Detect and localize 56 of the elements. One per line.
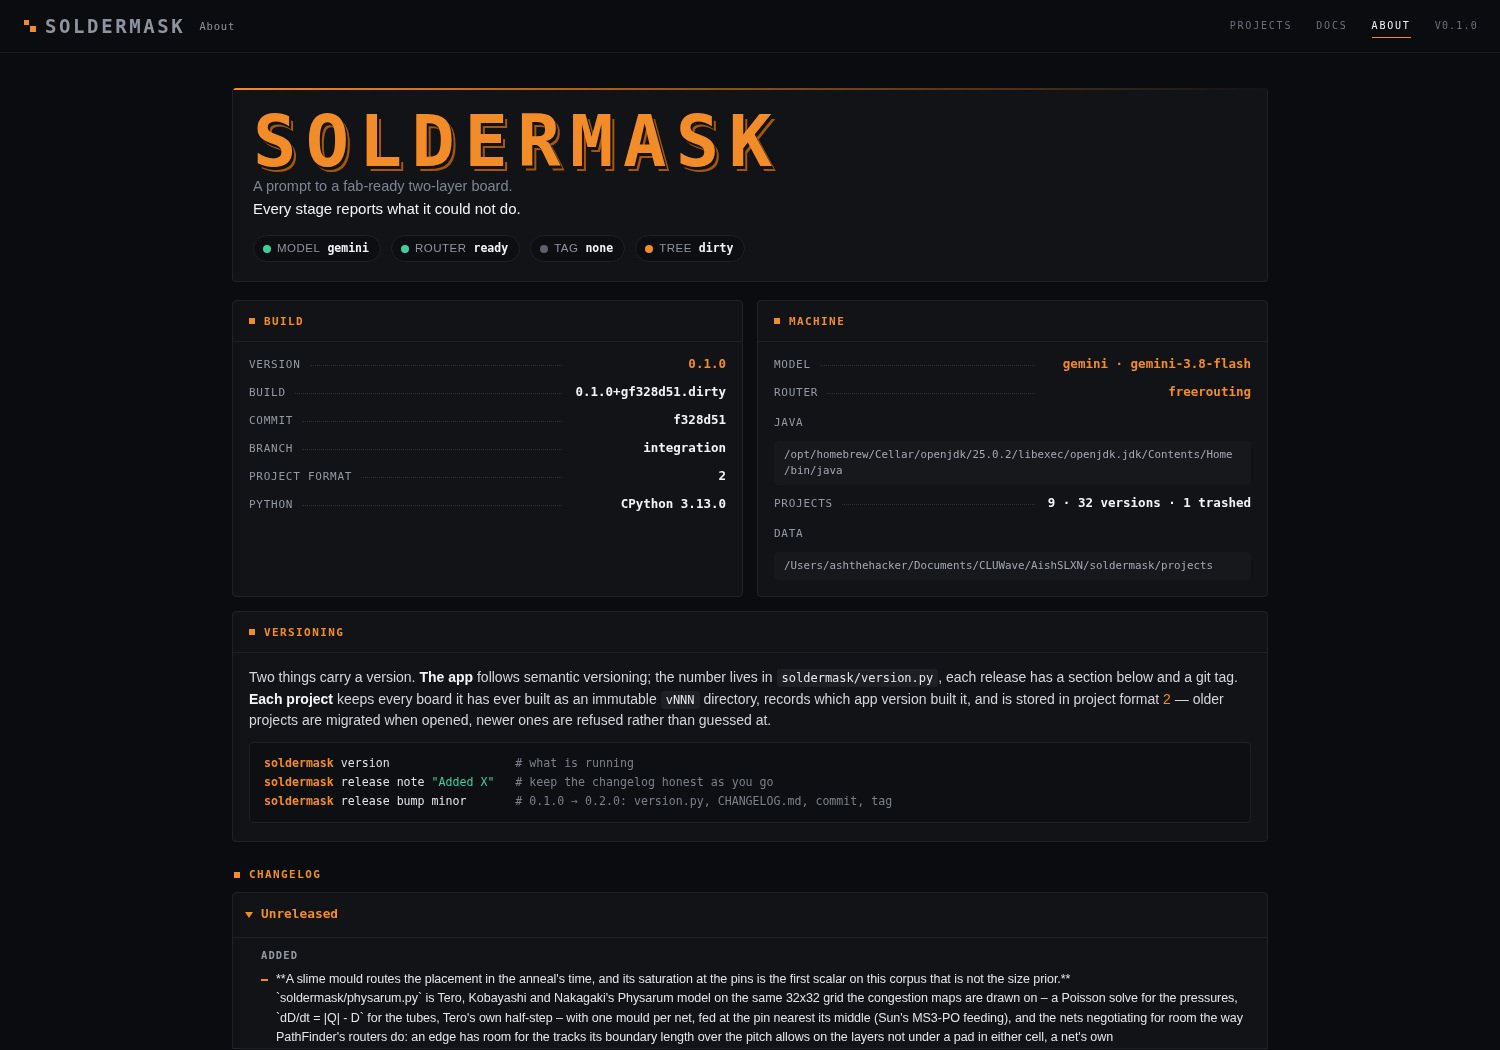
card-title: VERSIONING — [264, 626, 345, 638]
field-value: f328d51 — [672, 411, 726, 429]
field-value: integration — [642, 439, 726, 457]
field-value: 0.1.0+gf328d51.dirty — [575, 383, 726, 401]
field-label: PYTHON — [249, 498, 294, 510]
field-label: JAVA — [774, 416, 804, 428]
pill-value: dirty — [698, 242, 734, 255]
field-label: ROUTER — [774, 386, 819, 398]
logo-icon — [24, 20, 36, 32]
version-label: V0.1.0 — [1434, 21, 1478, 31]
square-marker-icon — [774, 318, 780, 324]
card-title: MACHINE — [789, 315, 846, 327]
path-block: /Users/ashthehacker/Documents/CLUWave/AishSLXN/soldermask/projects — [774, 552, 1251, 580]
field-label: DATA — [774, 527, 804, 539]
subsection-label: ADDED — [261, 947, 300, 962]
field-label: PROJECT FORMAT — [249, 470, 353, 482]
brand-wordmark: SOLDERMASK — [45, 16, 186, 36]
square-marker-icon — [249, 318, 255, 324]
field-value: gemini · gemini-3.8-flash — [1061, 355, 1251, 373]
field-label: BRANCH — [249, 442, 294, 454]
field-value: 2 — [717, 467, 726, 485]
page-label: About — [199, 20, 235, 32]
pill-label: TREE — [659, 242, 692, 255]
field-label: MODEL — [774, 358, 811, 370]
pill-label: TAG — [554, 242, 579, 255]
code-line: soldermask version # what is running — [264, 754, 635, 772]
pill-value: ready — [473, 242, 509, 255]
pill-value: none — [585, 242, 614, 255]
tagline-text: A prompt to a fab-ready two-layer board. — [253, 177, 514, 196]
field-label: BUILD — [249, 386, 286, 398]
code-line: soldermask release note "Added X" # keep the changelog honest as you go — [264, 773, 775, 791]
field-value: freerouting — [1167, 383, 1251, 401]
field-value: CPython 3.13.0 — [619, 495, 726, 513]
description-text: Two things carry a version. The app follows semantic versioning; the number lives in soldermask/version.py , each release has a section below and a git tag. Each project keeps every board it has ever built as an immutable vNNN directory, records which app version built it, and is stored in project format 2 — older projects are migrated when opened, newer ones are refused rather than guessed at. — [249, 668, 1239, 730]
path-block: /opt/homebrew/Cellar/openjdk/25.0.2/libexec/openjdk.jdk/Contents/Home/bin/java — [774, 441, 1251, 485]
field-label: VERSION — [249, 358, 301, 370]
section-title: CHANGELOG — [249, 869, 322, 880]
release-toggle[interactable]: Unreleased — [233, 892, 1267, 938]
field-value: 0.1.0 — [687, 355, 726, 373]
changelog-entry: **A slime mould routes the placement in the anneal's time, and its saturation at the pins is the first scalar on this corpus that is not the size prior.** `soldermask/physarum.py` is Tero, Kobayashi and Nakagaki's Physarum model on the same 32x32 grid the congestion maps are drawn on – a Poisson solve for the pressures, `dD/dt = |Q| - D` for the tubes, Tero's own half-step – with one mould per net, fed at the pin nearest its middle (Sun's MS3-PO feeding), and the nets negotiating for room the way PathFinder's routers do: an edge has room for the tracks its boundary length over the pitch allows on the layers not under a pad in either cell, a net's own — [276, 970, 1244, 1046]
motto-text: Every stage reports what it could not do. — [253, 199, 522, 219]
nav-tab[interactable]: PROJECTS — [1229, 16, 1293, 38]
square-marker-icon — [234, 871, 240, 878]
nav-tab[interactable]: DOCS — [1316, 16, 1348, 38]
logo-wordmark: SOLDERMASK — [253, 108, 782, 174]
card-title: BUILD — [264, 315, 305, 327]
field-label: COMMIT — [249, 414, 294, 426]
pill-value: gemini — [327, 242, 369, 255]
nav-tab[interactable]: ABOUT — [1371, 16, 1411, 38]
code-line: soldermask release bump minor # 0.1.0 → 0.2.0: version.py, CHANGELOG.md, commit, tag — [264, 792, 894, 810]
pill-label: MODEL — [277, 242, 321, 255]
bullet-icon — [261, 978, 268, 981]
square-marker-icon — [249, 629, 255, 635]
field-label: PROJECTS — [774, 497, 833, 509]
pill-label: ROUTER — [414, 242, 467, 255]
field-value: 9 · 32 versions · 1 trashed — [1047, 494, 1251, 512]
